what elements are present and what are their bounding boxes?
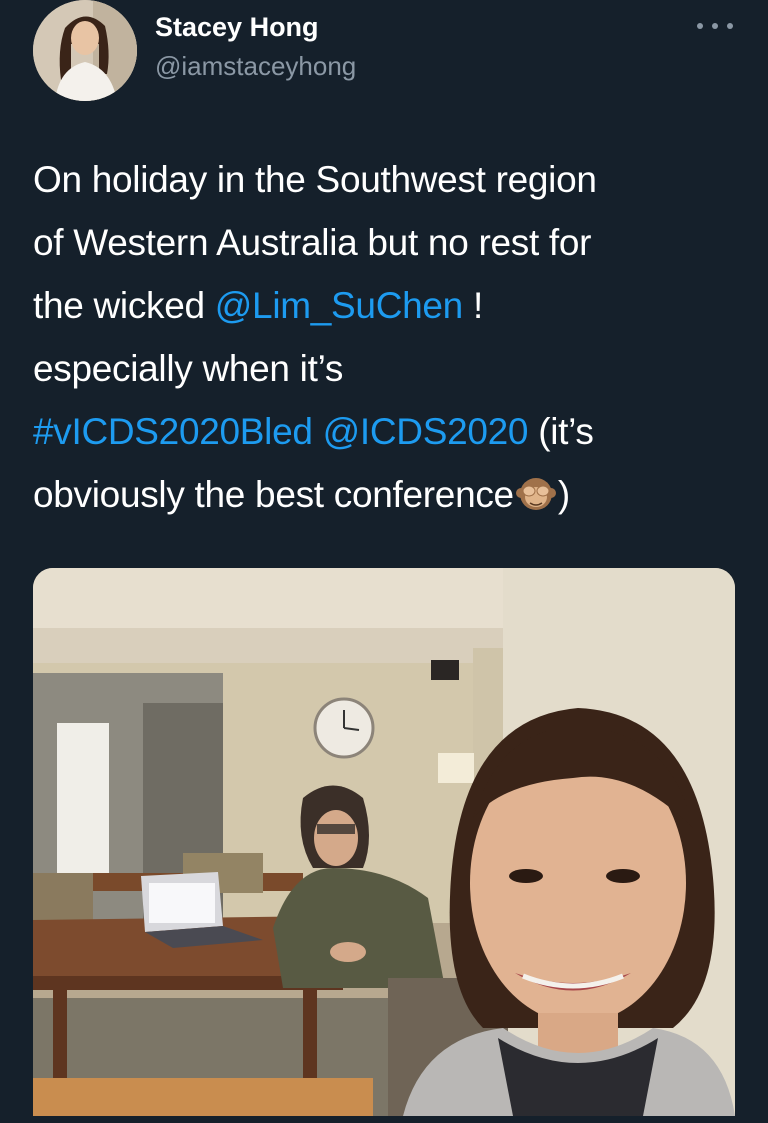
tweet-text-segment: of Western Australia but no rest for	[33, 222, 592, 263]
tweet-text-segment: obviously the best conference	[33, 474, 514, 515]
tweet-text-segment: especially when it’s	[33, 348, 344, 389]
author-name[interactable]: Stacey Hong	[155, 12, 319, 43]
bottom-divider	[0, 1116, 768, 1123]
hashtag-link[interactable]: #vICDS2020Bled	[33, 411, 313, 452]
tweet-line: obviously the best conference )	[33, 463, 733, 526]
tweet-line: #vICDS2020Bled @ICDS2020 (it’s	[33, 400, 733, 463]
tweet-line: On holiday in the Southwest region	[33, 148, 733, 211]
tweet-text-segment: the wicked	[33, 285, 215, 326]
tweet-text-segment	[313, 411, 323, 452]
tweet-header: Stacey Hong @iamstaceyhong	[33, 0, 733, 105]
avatar[interactable]	[33, 0, 137, 101]
mention-link[interactable]: @ICDS2020	[323, 411, 529, 452]
avatar-photo	[33, 0, 137, 101]
tweet-line: of Western Australia but no rest for	[33, 211, 733, 274]
mention-link[interactable]: @Lim_SuChen	[215, 285, 463, 326]
tweet-line: especially when it’s	[33, 337, 733, 400]
see-no-evil-monkey-icon	[515, 474, 556, 514]
tweet-text: On holiday in the Southwest region of We…	[33, 148, 733, 526]
tweet-text-segment: (it’s	[528, 411, 594, 452]
tweet-line: the wicked @Lim_SuChen !	[33, 274, 733, 337]
author-handle[interactable]: @iamstaceyhong	[155, 51, 356, 82]
more-dot	[697, 23, 703, 29]
more-dot	[727, 23, 733, 29]
tweet-text-segment: )	[557, 474, 570, 515]
more-options-icon[interactable]	[697, 14, 733, 38]
tweet-photo[interactable]	[33, 568, 735, 1116]
photo-scene	[33, 568, 735, 1116]
more-dot	[712, 23, 718, 29]
tweet-text-segment: !	[462, 285, 483, 326]
tweet-text-segment: On holiday in the Southwest region	[33, 159, 597, 200]
